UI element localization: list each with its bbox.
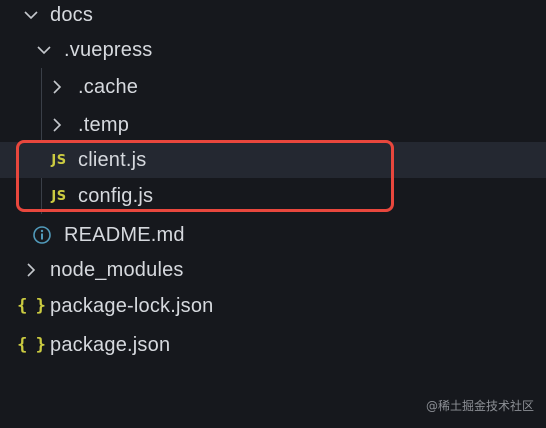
folder-temp[interactable]: .temp bbox=[0, 107, 546, 143]
file-config-js[interactable]: JS config.js bbox=[0, 178, 546, 214]
chevron-right-icon bbox=[48, 78, 66, 96]
file-package-json[interactable]: { } package.json bbox=[0, 327, 546, 363]
folder-label: .temp bbox=[78, 113, 130, 136]
file-explorer: docs .vuepress .cache .temp JS client.js… bbox=[0, 0, 546, 428]
folder-label: .vuepress bbox=[64, 38, 153, 61]
javascript-file-icon: JS bbox=[51, 188, 67, 204]
file-readme[interactable]: README.md bbox=[0, 217, 546, 253]
watermark: @稀土掘金技术社区 bbox=[425, 399, 534, 413]
json-file-icon: { } bbox=[17, 335, 46, 355]
file-label: package.json bbox=[50, 333, 171, 356]
folder-node-modules[interactable]: node_modules bbox=[0, 252, 546, 288]
chevron-down-icon bbox=[22, 6, 40, 24]
file-package-lock-json[interactable]: { } package-lock.json bbox=[0, 288, 546, 324]
file-client-js[interactable]: JS client.js bbox=[0, 142, 546, 178]
folder-vuepress[interactable]: .vuepress bbox=[0, 32, 546, 68]
file-label: config.js bbox=[78, 184, 154, 207]
javascript-file-icon: JS bbox=[51, 152, 67, 168]
chevron-down-icon bbox=[35, 41, 53, 59]
file-label: package-lock.json bbox=[50, 294, 214, 317]
json-file-icon: { } bbox=[17, 296, 46, 316]
folder-label: .cache bbox=[78, 75, 139, 98]
file-label: client.js bbox=[78, 148, 147, 171]
chevron-right-icon bbox=[48, 116, 66, 134]
folder-label: docs bbox=[50, 3, 94, 26]
info-icon bbox=[32, 225, 52, 245]
folder-label: node_modules bbox=[50, 258, 184, 281]
chevron-right-icon bbox=[22, 261, 40, 279]
folder-docs[interactable]: docs bbox=[0, 0, 546, 33]
file-label: README.md bbox=[64, 223, 185, 246]
folder-cache[interactable]: .cache bbox=[0, 69, 546, 105]
